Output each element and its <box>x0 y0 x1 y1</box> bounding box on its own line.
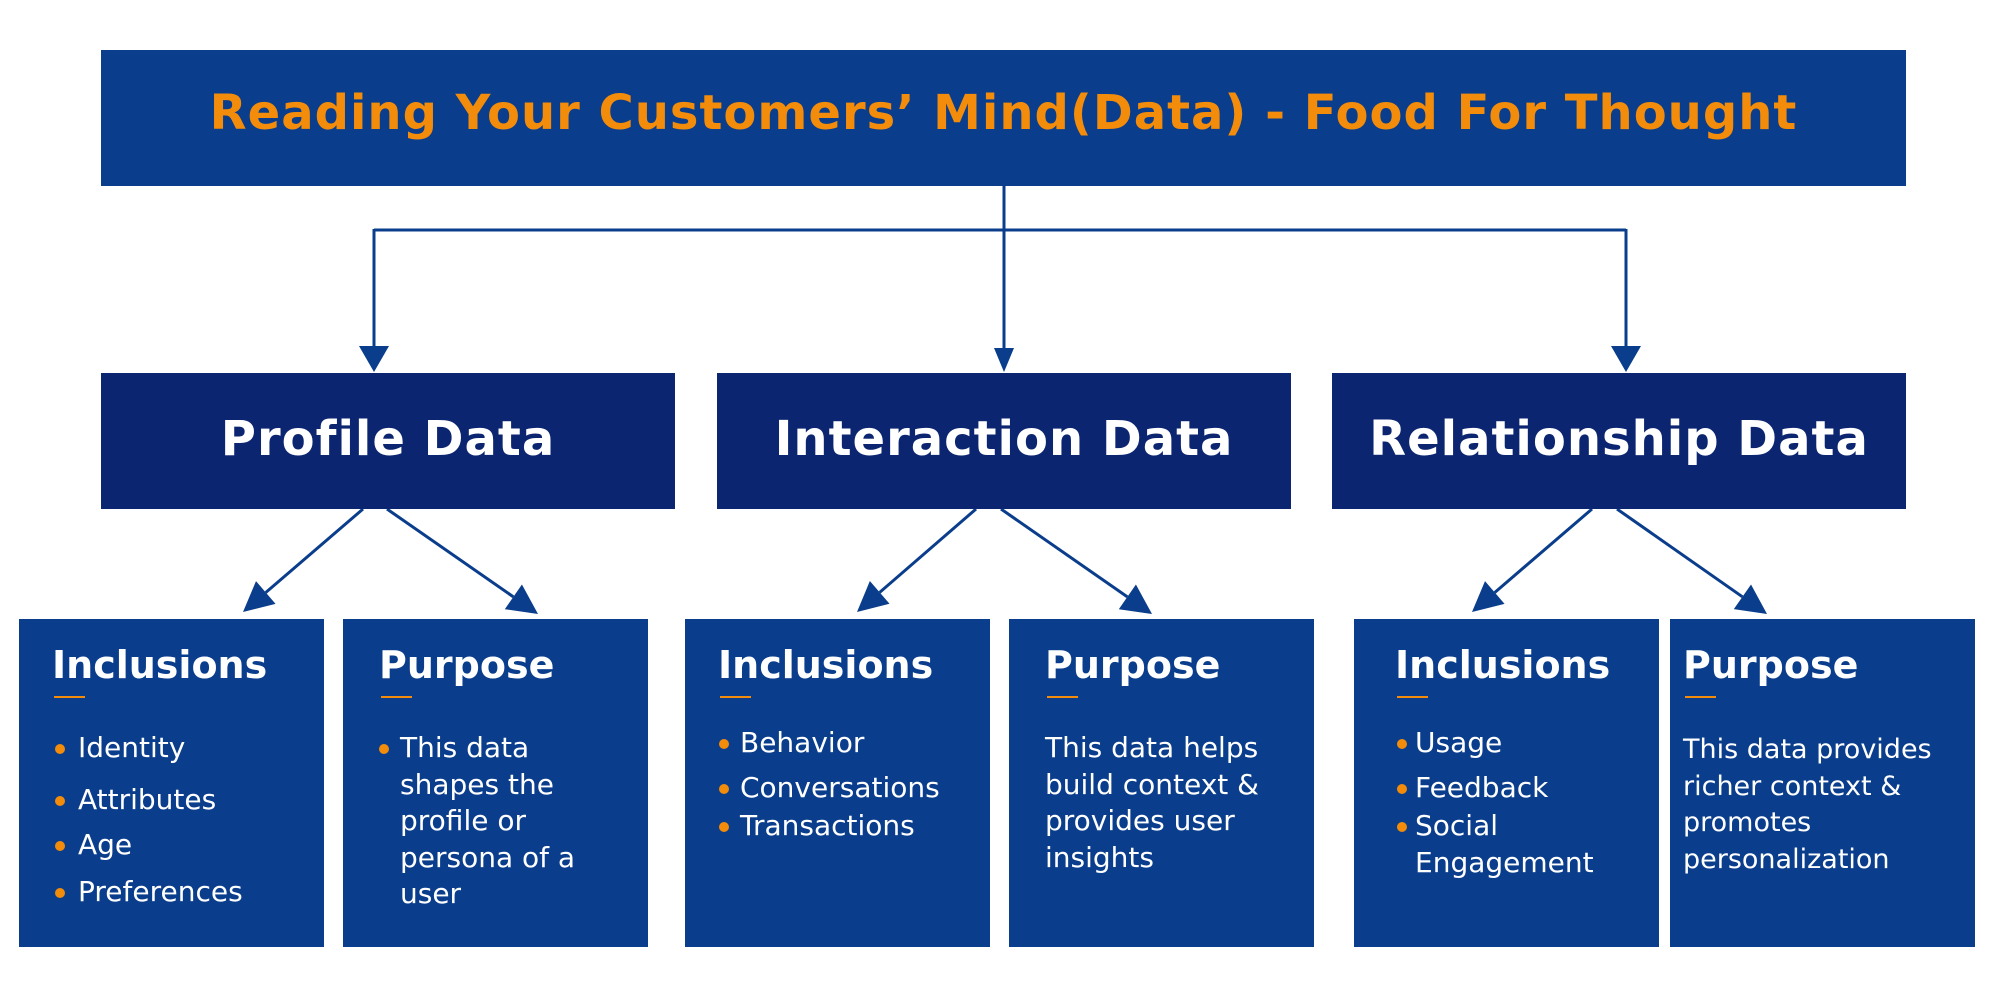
inclusions-heading: Inclusions <box>52 643 268 687</box>
arrow-interaction-inclusions-head-icon <box>857 581 890 612</box>
bullet-icon <box>55 796 65 806</box>
purpose-line: promotes <box>1683 807 1812 838</box>
diagram-title: Reading Your Customers’ Mind(Data) - Foo… <box>209 85 1798 141</box>
purpose-line: shapes the <box>400 768 554 801</box>
inclusion-item: Identity <box>78 731 186 764</box>
interaction-purpose-box: Purpose This data helps build context & … <box>1009 619 1314 947</box>
inclusion-item: Preferences <box>78 875 243 908</box>
inclusion-item: Age <box>78 828 133 861</box>
purpose-heading: Purpose <box>1683 643 1859 687</box>
category-title: Profile Data <box>220 411 556 467</box>
arrow-relationship-purpose-line <box>1616 507 1744 599</box>
purpose-line: This data <box>400 731 530 764</box>
arrow-relationship-inclusions-line <box>1493 507 1593 594</box>
bullet-icon <box>379 744 389 754</box>
arrow-to-profile-head-icon <box>359 346 389 372</box>
purpose-line: insights <box>1045 841 1154 874</box>
interaction-inclusions-box: Inclusions Behavior Conversations Transa… <box>685 619 990 947</box>
purpose-line: This data provides <box>1683 734 1932 765</box>
category-box-profile: Profile Data <box>101 373 675 509</box>
title-box: Reading Your Customers’ Mind(Data) - Foo… <box>101 50 1906 186</box>
inclusion-item: Feedback <box>1415 771 1549 804</box>
profile-purpose-box: Purpose This data shapes the profile or … <box>343 619 648 947</box>
purpose-line: This data helps <box>1045 731 1259 764</box>
category-title: Relationship Data <box>1369 411 1869 467</box>
bullet-icon <box>55 744 65 754</box>
purpose-line: user <box>400 877 462 910</box>
arrow-profile-inclusions-line <box>264 507 364 594</box>
profile-inclusions-box: Inclusions Identity Attributes Age Prefe… <box>19 619 324 947</box>
bullet-icon <box>55 888 65 898</box>
arrow-profile-purpose-head-icon <box>504 584 538 614</box>
inclusion-item: Transactions <box>740 809 915 842</box>
heading-underline <box>720 696 751 698</box>
purpose-line: personalization <box>1683 844 1890 875</box>
arrow-interaction-inclusions-line <box>878 507 977 594</box>
category-title: Interaction Data <box>774 411 1234 467</box>
bullet-icon <box>55 841 65 851</box>
inclusion-item-continuation: Engagement <box>1415 846 1594 879</box>
bullet-icon <box>1397 739 1407 749</box>
inclusions-heading: Inclusions <box>718 643 934 687</box>
inclusion-item: Social <box>1415 809 1499 842</box>
arrow-to-interaction-head-icon <box>994 348 1014 372</box>
inclusion-item: Behavior <box>740 726 865 759</box>
inclusions-heading: Inclusions <box>1395 643 1611 687</box>
relationship-purpose-box: Purpose This data provides richer contex… <box>1670 619 1975 947</box>
inclusion-item: Attributes <box>78 783 217 816</box>
purpose-line: profile or <box>400 804 526 837</box>
arrow-interaction-purpose-line <box>1000 507 1129 599</box>
purpose-line: build context & <box>1045 768 1260 801</box>
bullet-icon <box>1397 822 1407 832</box>
arrow-relationship-purpose-head-icon <box>1733 584 1767 614</box>
heading-underline <box>381 696 412 698</box>
inclusion-item: Usage <box>1415 726 1503 759</box>
arrow-to-relationship-head-icon <box>1611 346 1641 372</box>
heading-underline <box>1397 696 1428 698</box>
arrow-interaction-purpose-head-icon <box>1118 584 1152 614</box>
arrow-profile-inclusions-head-icon <box>243 581 276 612</box>
bullet-icon <box>719 784 729 794</box>
category-box-interaction: Interaction Data <box>717 373 1291 509</box>
purpose-line: richer context & <box>1683 771 1902 802</box>
bullet-icon <box>719 822 729 832</box>
purpose-heading: Purpose <box>1045 643 1221 687</box>
bullet-icon <box>719 739 729 749</box>
heading-underline <box>1685 696 1716 698</box>
bullet-icon <box>1397 784 1407 794</box>
purpose-line: persona of a <box>400 841 576 874</box>
heading-underline <box>54 696 85 698</box>
heading-underline <box>1047 696 1078 698</box>
arrow-relationship-inclusions-head-icon <box>1472 581 1505 612</box>
purpose-line: provides user <box>1045 804 1235 837</box>
inclusion-item: Conversations <box>740 771 940 804</box>
purpose-heading: Purpose <box>379 643 555 687</box>
category-box-relationship: Relationship Data <box>1332 373 1906 509</box>
arrow-profile-purpose-line <box>386 507 515 599</box>
relationship-inclusions-box: Inclusions Usage Feedback Social Engagem… <box>1354 619 1659 947</box>
